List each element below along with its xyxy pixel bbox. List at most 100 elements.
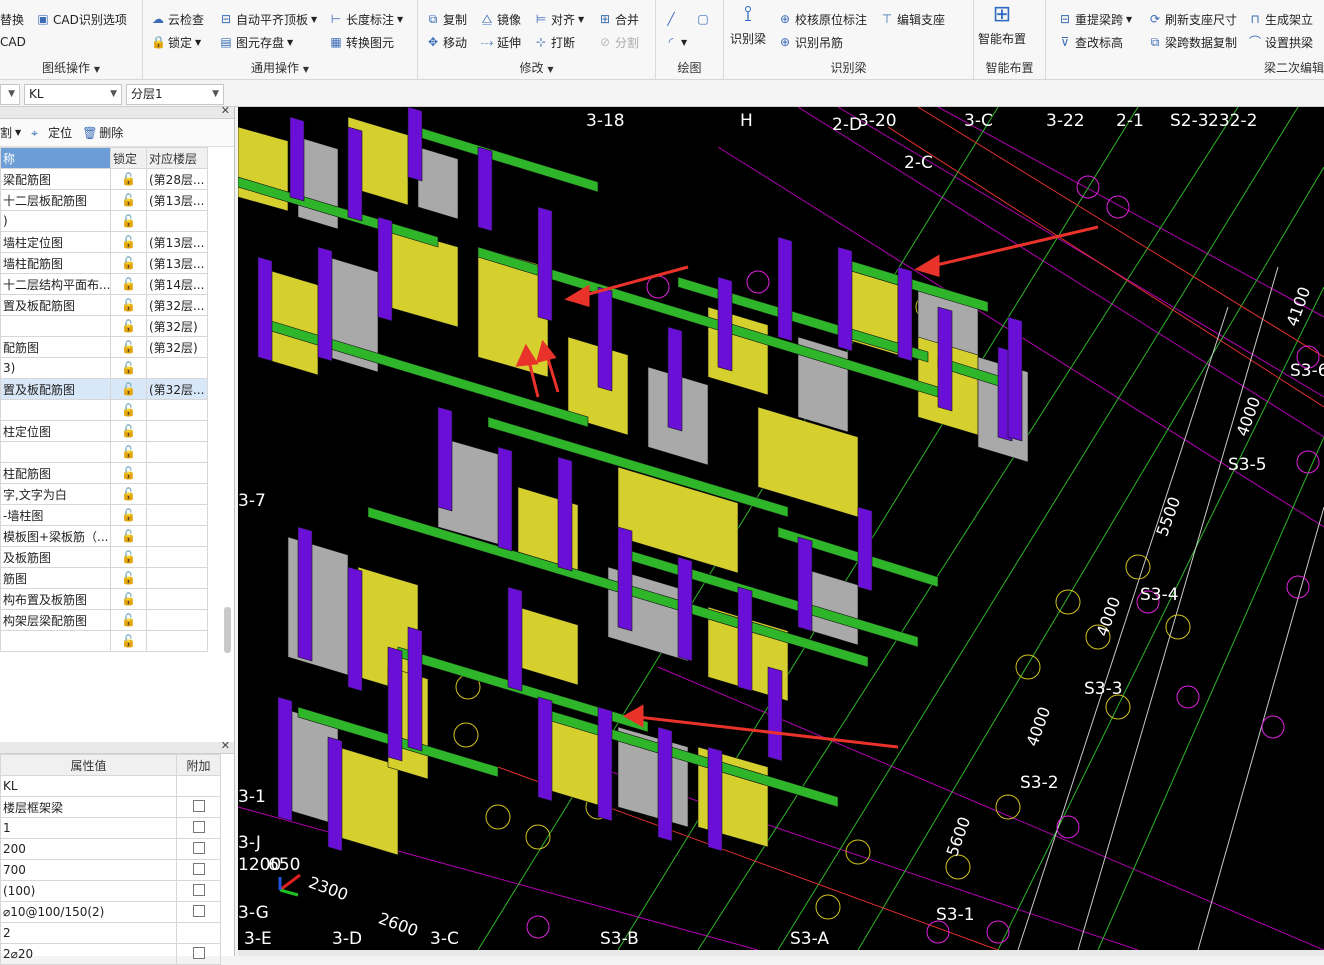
property-row[interactable]: (100) xyxy=(0,880,221,902)
column[interactable] xyxy=(707,746,723,852)
set-arch-beam-button[interactable]: ⌒ 设置拱梁 xyxy=(1248,32,1313,52)
column[interactable] xyxy=(537,206,553,322)
extra-checkbox[interactable] xyxy=(176,817,221,839)
lock-icon[interactable]: 🔓 xyxy=(110,294,147,316)
lock-icon[interactable]: 🔓 xyxy=(110,420,147,442)
column[interactable] xyxy=(677,556,693,662)
table-row[interactable]: 梁配筋图 🔓 (第28层... xyxy=(0,168,208,190)
table-row[interactable]: 及板筋图 🔓 xyxy=(0,546,208,568)
column[interactable] xyxy=(289,116,305,202)
column[interactable] xyxy=(297,526,313,662)
table-row[interactable]: 配筋图 🔓 (第32层) xyxy=(0,336,208,358)
type-select[interactable]: KL ▼ xyxy=(24,84,122,105)
property-row[interactable]: 2 xyxy=(0,922,221,944)
wall-panel[interactable] xyxy=(517,606,579,686)
column[interactable] xyxy=(387,646,403,762)
table-row[interactable]: 🔓 xyxy=(0,399,208,421)
property-value[interactable]: 2⌀20 xyxy=(0,943,177,965)
check-annotation-button[interactable]: ⊕ 校核原位标注 xyxy=(778,9,867,29)
re-extract-span-button[interactable]: ⊟ 重提梁跨 ▼ xyxy=(1058,9,1132,29)
cad-options-button[interactable]: ▣ CAD识别选项 xyxy=(36,9,127,29)
column[interactable] xyxy=(737,586,753,692)
extra-checkbox[interactable] xyxy=(176,943,221,965)
lock-icon[interactable]: 🔓 xyxy=(110,378,147,400)
lock-icon[interactable]: 🔓 xyxy=(110,252,147,274)
extra-checkbox[interactable] xyxy=(176,838,221,860)
column[interactable] xyxy=(897,266,913,362)
lock-icon[interactable]: 🔓 xyxy=(110,399,147,421)
lock-icon[interactable]: 🔓 xyxy=(110,210,147,232)
lock-icon[interactable]: 🔓 xyxy=(110,336,147,358)
scrollbar[interactable] xyxy=(224,607,231,653)
arc-tool[interactable]: ◜ ▼ xyxy=(664,32,687,52)
property-row[interactable]: ⌀10@100/150(2) xyxy=(0,901,221,923)
save-element-button[interactable]: ▤ 图元存盘 ▼ xyxy=(219,32,293,52)
convert-element-button[interactable]: ▦ 转换图元 xyxy=(329,32,394,52)
column[interactable] xyxy=(557,456,573,572)
col-name[interactable]: 称 xyxy=(0,147,111,169)
lock-icon[interactable]: 🔓 xyxy=(110,168,147,190)
property-row[interactable]: 1 xyxy=(0,817,221,839)
column[interactable] xyxy=(347,126,363,222)
auto-align-top-button[interactable]: ⊟ 自动平齐顶板 ▼ xyxy=(219,9,317,29)
column[interactable] xyxy=(767,666,783,762)
extra-checkbox[interactable] xyxy=(176,775,221,797)
property-value[interactable]: 2 xyxy=(0,922,177,944)
table-row[interactable]: 🔓 xyxy=(0,441,208,463)
column[interactable] xyxy=(317,246,333,362)
table-row[interactable]: 🔓 xyxy=(0,630,208,652)
table-row[interactable]: 墙柱配筋图 🔓 (第13层... xyxy=(0,252,208,274)
property-value[interactable]: KL xyxy=(0,775,177,797)
column[interactable] xyxy=(857,506,873,592)
column[interactable] xyxy=(407,626,423,752)
column[interactable] xyxy=(497,446,513,552)
lock-icon[interactable]: 🔓 xyxy=(110,315,147,337)
merge-button[interactable]: ⊞ 合并 xyxy=(598,9,639,29)
table-row[interactable]: 模板图+梁板筋（... 🔓 xyxy=(0,525,208,547)
table-row[interactable]: 筋图 🔓 xyxy=(0,567,208,589)
col-floor[interactable]: 对应楼层 xyxy=(146,147,208,169)
table-row[interactable]: 3) 🔓 xyxy=(0,357,208,379)
column[interactable] xyxy=(507,586,523,692)
delete-button[interactable]: 🗑 删除 xyxy=(82,124,123,141)
table-row[interactable]: 十二层结构平面布... 🔓 (第14层... xyxy=(0,273,208,295)
property-row[interactable]: 楼层框架梁 xyxy=(0,796,221,818)
length-dim-button[interactable]: ⊢ 长度标注 ▼ xyxy=(329,9,403,29)
lock-icon[interactable]: 🔓 xyxy=(110,525,147,547)
lock-icon[interactable]: 🔓 xyxy=(110,630,147,652)
break-button[interactable]: ⊹ 打断 xyxy=(534,32,575,52)
smart-layout-button[interactable]: ⊞ 智能布置 xyxy=(978,0,1026,47)
gen-erect-button[interactable]: ⊓ 生成架立 xyxy=(1248,9,1313,29)
lock-button[interactable]: 🔒 锁定 ▼ xyxy=(151,32,201,52)
lock-icon[interactable]: 🔓 xyxy=(110,189,147,211)
column[interactable] xyxy=(937,306,953,412)
table-row[interactable]: 🔓 (第32层) xyxy=(0,315,208,337)
check-elevation-button[interactable]: ⊽ 查改标高 xyxy=(1058,32,1123,52)
edit-support-button[interactable]: ⊤ 编辑支座 xyxy=(880,9,945,29)
lock-icon[interactable]: 🔓 xyxy=(110,357,147,379)
extra-checkbox[interactable] xyxy=(176,796,221,818)
table-row[interactable]: 十二层板配筋图 🔓 (第13层... xyxy=(0,189,208,211)
column[interactable] xyxy=(617,526,633,632)
extend-button[interactable]: ⤏ 延伸 xyxy=(480,32,521,52)
property-value[interactable]: 1 xyxy=(0,817,177,839)
copy-button[interactable]: ⧉ 复制 xyxy=(426,9,467,29)
recognize-hanger-button[interactable]: ⊕ 识别吊筋 xyxy=(778,32,843,52)
span-data-copy-button[interactable]: ⧉ 梁跨数据复制 xyxy=(1148,32,1237,52)
property-row[interactable]: 200 xyxy=(0,838,221,860)
move-button[interactable]: ✥ 移动 xyxy=(426,32,467,52)
extra-checkbox[interactable] xyxy=(176,901,221,923)
column[interactable] xyxy=(777,236,793,342)
model-canvas[interactable]: 3-18 H 2-D 3-20 3-C 3-22 2-1 S2-3 232-2 2-C S3-6 S3… xyxy=(238,107,1324,950)
table-row[interactable]: ) 🔓 xyxy=(0,210,208,232)
lock-icon[interactable]: 🔓 xyxy=(110,231,147,253)
property-row[interactable]: 700 xyxy=(0,859,221,881)
split-drawing-button[interactable]: 割 ▼ xyxy=(0,124,21,141)
rect-tool[interactable]: ▢ xyxy=(696,9,710,29)
column[interactable] xyxy=(537,696,553,802)
column[interactable] xyxy=(347,566,363,692)
column[interactable] xyxy=(1007,316,1023,442)
column[interactable] xyxy=(407,107,423,182)
close-icon[interactable]: ✕ xyxy=(221,104,230,117)
line-tool[interactable]: ╱ xyxy=(664,9,678,29)
